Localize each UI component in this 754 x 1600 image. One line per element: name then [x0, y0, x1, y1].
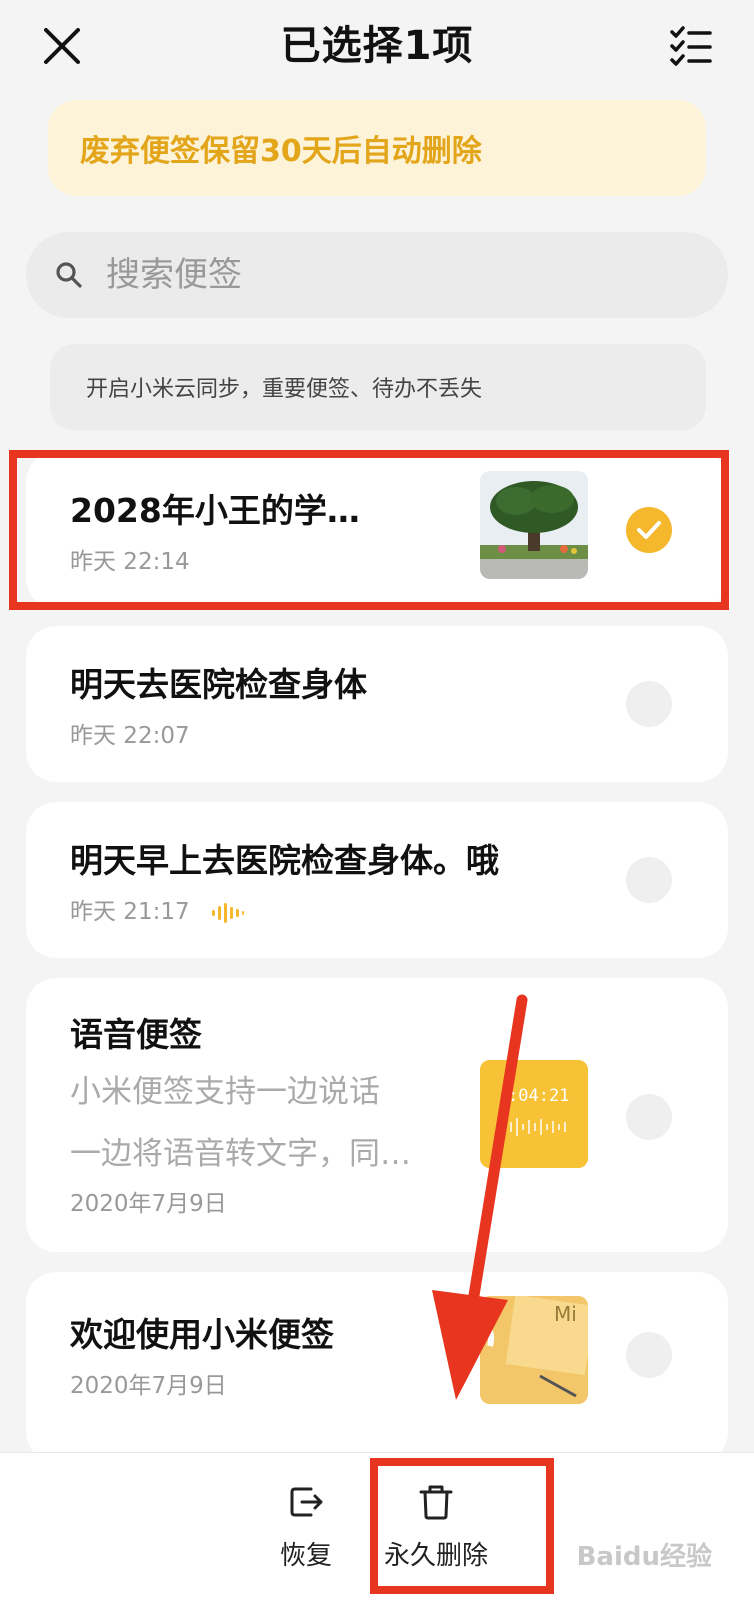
voice-note-thumb [480, 1060, 588, 1168]
note-date: 昨天 21:17 [70, 899, 190, 925]
restore-button[interactable]: 恢复 [246, 1481, 366, 1572]
note-thumbnail [480, 471, 588, 579]
tree-photo [480, 471, 588, 579]
search-icon [56, 262, 82, 288]
delete-permanently-label: 永久删除 [383, 1541, 488, 1571]
restore-icon [290, 1487, 323, 1517]
bottom-action-bar: 恢复 永久删除 [0, 1452, 754, 1600]
note-date: 昨天 22:07 [70, 723, 190, 749]
note-date: 昨天 22:14 [70, 549, 190, 575]
checkmark-icon [637, 521, 661, 539]
note-checkbox[interactable] [626, 857, 672, 903]
top-bar: 已选择1项 [0, 0, 754, 96]
note-thumbnail: Mi [480, 1296, 588, 1404]
sync-tip-text: 开启小米云同步，重要便签、待办不丢失 [86, 377, 483, 402]
note-item[interactable]: 明天去医院检查身体 昨天 22:07 [26, 626, 728, 782]
screen: 已选择1项 废弃便签保留30天后自动删除 开启小米云同步，重要便签、待办不丢失 … [0, 0, 754, 1600]
note-body-line: 一边将语音转文字，同… [70, 1136, 411, 1172]
note-checkbox-checked[interactable] [626, 507, 672, 553]
note-title: 欢迎使用小米便签 [70, 1315, 334, 1354]
note-title: 明天去医院检查身体 [70, 665, 367, 704]
note-title: 明天早上去医院检查身体。哦 [70, 841, 499, 880]
notice-text: 废弃便签保留30天后自动删除 [80, 134, 482, 169]
note-body-line: 小米便签支持一边说话 [70, 1074, 380, 1110]
note-date-row: 昨天 21:17 [70, 892, 245, 926]
note-checkbox[interactable] [626, 1094, 672, 1140]
note-title: 2028年小王的学… [70, 491, 360, 530]
select-all-button[interactable] [668, 24, 714, 70]
cloud-sync-tip[interactable]: 开启小米云同步，重要便签、待办不丢失 [50, 344, 706, 430]
note-date: 2020年7月9日 [70, 1191, 227, 1217]
note-checkbox[interactable] [626, 681, 672, 727]
restore-label: 恢复 [279, 1541, 332, 1571]
note-item[interactable]: 语音便签 小米便签支持一边说话 一边将语音转文字，同… 2020年7月9日 :0… [26, 978, 728, 1252]
note-date: 2020年7月9日 [70, 1373, 227, 1399]
sticky-note-text: Mi [554, 1302, 577, 1326]
note-title: 语音便签 [70, 1015, 202, 1054]
page-title: 已选择1项 [280, 23, 474, 69]
voice-duration: :04:21 [508, 1086, 570, 1106]
note-checkbox[interactable] [626, 1332, 672, 1378]
note-item[interactable]: 明天早上去医院检查身体。哦 昨天 21:17 [26, 802, 728, 958]
trash-icon [419, 1485, 453, 1520]
note-item[interactable]: 欢迎使用小米便签 2020年7月9日 Mi [26, 1272, 728, 1462]
checklist-icon [670, 26, 712, 66]
auto-delete-notice: 废弃便签保留30天后自动删除 [48, 100, 706, 196]
search-bar[interactable] [26, 232, 728, 318]
delete-permanently-button[interactable]: 永久删除 [376, 1481, 496, 1572]
note-thumbnail: :04:21 [480, 1060, 588, 1168]
search-input[interactable] [106, 255, 626, 295]
note-item[interactable]: 2028年小王的学… 昨天 22:14 [26, 452, 728, 608]
audio-wave-icon [211, 902, 244, 923]
